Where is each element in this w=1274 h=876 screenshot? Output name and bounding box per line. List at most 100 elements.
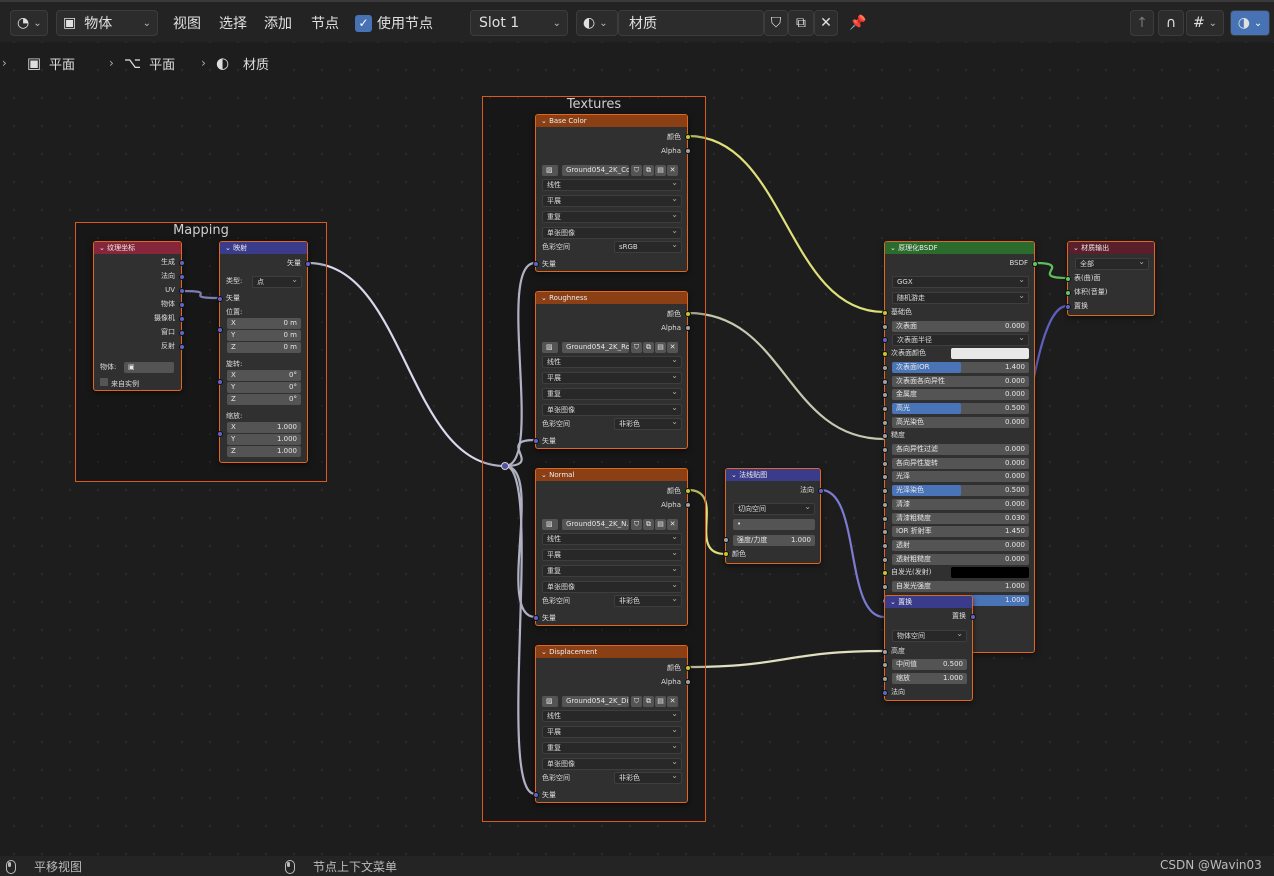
interp-dropdown[interactable]: 平展 bbox=[542, 726, 682, 738]
node-header[interactable]: ⌄ Normal bbox=[536, 469, 687, 481]
bsdf-output-socket[interactable] bbox=[1032, 261, 1038, 267]
vector-output-socket[interactable] bbox=[305, 261, 311, 267]
node-principled-bsdf[interactable]: ⌄ 原理化BSDF BSDF GGX 随机游走基础色次表面 0.000 次表面半径次表面颜… bbox=[882, 241, 1038, 653]
vector-input-socket[interactable] bbox=[533, 261, 539, 267]
copy-icon[interactable]: ⧉ bbox=[643, 696, 654, 707]
input-socket[interactable] bbox=[882, 556, 888, 563]
interp-dropdown[interactable]: 重复 bbox=[542, 211, 682, 223]
value-field[interactable]: 清漆粗糙度 0.030 bbox=[892, 512, 1029, 524]
interp-dropdown[interactable]: 重复 bbox=[542, 565, 682, 577]
folder-icon[interactable]: ▤ bbox=[655, 342, 666, 353]
input-socket[interactable] bbox=[1065, 304, 1071, 310]
value-field[interactable]: 各向异性过滤 0.000 bbox=[892, 444, 1029, 455]
interp-dropdown[interactable]: 重复 bbox=[542, 742, 682, 754]
value-field[interactable]: 次表面IOR 1.400 bbox=[892, 361, 1029, 373]
close-icon[interactable]: ✕ bbox=[667, 165, 678, 176]
node-header[interactable]: ⌄ 法线贴图 bbox=[726, 469, 820, 481]
input-socket[interactable] bbox=[882, 392, 888, 399]
strength-field[interactable]: 强度/力度 1.000 bbox=[733, 535, 815, 546]
menu-node[interactable]: 节点 bbox=[311, 10, 339, 36]
interp-dropdown[interactable]: 单张图像 bbox=[542, 227, 682, 239]
pin-icon[interactable]: 📌 bbox=[849, 10, 866, 36]
folder-icon[interactable]: ▤ bbox=[655, 696, 666, 707]
interp-dropdown[interactable]: 单张图像 bbox=[542, 404, 682, 416]
input-socket[interactable] bbox=[882, 351, 888, 358]
loc-field[interactable]: Y 0 m bbox=[227, 330, 301, 341]
colorspace-dropdown[interactable]: 非彩色 bbox=[614, 418, 682, 430]
shield-icon[interactable]: ⛉ bbox=[631, 165, 642, 176]
value-field[interactable]: 次表面各向异性 0.000 bbox=[892, 375, 1029, 387]
parent-arrow-icon[interactable]: ↑ bbox=[1130, 10, 1154, 36]
distribution-dropdown[interactable]: GGX bbox=[892, 276, 1029, 288]
socket[interactable] bbox=[882, 676, 888, 682]
value-field[interactable]: IOR 折射率 1.450 bbox=[892, 526, 1029, 538]
menu-add[interactable]: 添加 bbox=[264, 10, 292, 36]
node-header[interactable]: ⌄ Base Color bbox=[536, 115, 687, 127]
output-socket[interactable] bbox=[179, 330, 185, 336]
fake-user-shield-icon[interactable]: ⛉ bbox=[764, 10, 788, 36]
colorspace-dropdown[interactable]: 非彩色 bbox=[614, 772, 682, 784]
value-field[interactable]: 光泽染色 0.500 bbox=[892, 485, 1029, 497]
copy-icon[interactable]: ⧉ bbox=[643, 165, 654, 176]
color-output-socket[interactable] bbox=[685, 488, 691, 494]
input-socket[interactable] bbox=[882, 433, 888, 440]
unlink-close-icon[interactable]: ✕ bbox=[814, 10, 838, 36]
input-socket[interactable] bbox=[1065, 290, 1071, 296]
menu-view[interactable]: 视图 bbox=[173, 10, 201, 36]
vector-input-socket[interactable] bbox=[217, 296, 223, 302]
image-browse-icon[interactable]: ▨ bbox=[542, 696, 558, 707]
input-socket[interactable] bbox=[882, 584, 888, 590]
use-nodes-toggle[interactable]: ✓ 使用节点 bbox=[355, 10, 433, 36]
input-socket[interactable] bbox=[217, 327, 223, 333]
value-field[interactable]: 透射粗糙度 0.000 bbox=[892, 553, 1029, 565]
image-browse-icon[interactable]: ▨ bbox=[542, 165, 558, 176]
editor-type-button[interactable]: ◔ ⌄ bbox=[10, 10, 48, 36]
loc-field[interactable]: X 0 m bbox=[227, 318, 301, 329]
rot-field[interactable]: Z 0° bbox=[227, 394, 301, 405]
colorspace-dropdown[interactable]: sRGB bbox=[614, 241, 682, 253]
scl-field[interactable]: Z 1.000 bbox=[227, 446, 301, 457]
interp-dropdown[interactable]: 线性 bbox=[542, 533, 682, 545]
node-material-output[interactable]: ⌄ 材质输出全部表(曲)面体积(音量) 置换 bbox=[1065, 241, 1155, 316]
interp-dropdown[interactable]: 重复 bbox=[542, 388, 682, 400]
value-field[interactable]: 各向异性旋转 0.000 bbox=[892, 457, 1029, 469]
input-socket[interactable] bbox=[882, 515, 888, 522]
image-name-field[interactable]: Ground054_2K_Co... bbox=[562, 165, 629, 176]
node-image-texture[interactable]: ⌄ Base Color 颜色 Alpha ▨ Ground054_2K_Co...⛉⧉… bbox=[533, 114, 691, 272]
node-image-texture[interactable]: ⌄ Displacement 颜色 Alpha ▨ Ground054_2K_Di...… bbox=[533, 645, 691, 803]
object-picker[interactable]: ▣ bbox=[124, 362, 174, 373]
space-dropdown[interactable]: 切向空间 bbox=[733, 503, 815, 515]
input-socket[interactable] bbox=[1065, 276, 1071, 282]
color-swatch[interactable] bbox=[951, 348, 1029, 360]
snap-grid-icon[interactable]: # ⌄ bbox=[1186, 10, 1224, 36]
close-icon[interactable]: ✕ bbox=[667, 342, 678, 353]
output-socket[interactable] bbox=[179, 260, 185, 266]
scale-field[interactable]: 缩放 1.000 bbox=[892, 673, 967, 684]
value-field[interactable]: 清漆 0.000 bbox=[892, 498, 1029, 510]
input-socket[interactable] bbox=[882, 474, 888, 481]
value-field[interactable]: 光泽 0.000 bbox=[892, 471, 1029, 483]
socket[interactable] bbox=[882, 662, 888, 668]
material-name-field[interactable]: 材质 bbox=[618, 10, 764, 36]
value-field[interactable]: 透射 0.000 bbox=[892, 539, 1029, 551]
input-socket[interactable] bbox=[217, 379, 223, 385]
vector-input-socket[interactable] bbox=[533, 792, 539, 798]
input-socket[interactable] bbox=[882, 364, 888, 371]
input-socket[interactable] bbox=[882, 488, 888, 495]
uv-map-field[interactable]: • bbox=[733, 519, 815, 530]
color-output-socket[interactable] bbox=[685, 311, 691, 317]
input-socket[interactable] bbox=[882, 378, 888, 385]
node-image-texture[interactable]: ⌄ Roughness 颜色 Alpha ▨ Ground054_2K_Ro...⛉⧉▤… bbox=[533, 291, 691, 449]
subsurface-radius-dropdown[interactable]: 次表面半径 bbox=[892, 334, 1029, 347]
strength-socket[interactable] bbox=[723, 537, 729, 543]
input-socket[interactable] bbox=[882, 542, 888, 549]
menu-select[interactable]: 选择 bbox=[219, 10, 247, 36]
object-mode-dropdown[interactable]: ▣ 物体 ⌄ bbox=[56, 10, 158, 36]
value-field[interactable]: 自发光强度 1.000 bbox=[892, 581, 1029, 592]
space-dropdown[interactable]: 物体空间 bbox=[892, 630, 967, 642]
node-header[interactable]: ⌄ 置换 bbox=[885, 596, 972, 608]
output-socket[interactable] bbox=[179, 344, 185, 350]
value-field[interactable]: 次表面 0.000 bbox=[892, 320, 1029, 332]
value-field[interactable]: 金属度 0.000 bbox=[892, 389, 1029, 401]
output-socket[interactable] bbox=[179, 274, 185, 280]
